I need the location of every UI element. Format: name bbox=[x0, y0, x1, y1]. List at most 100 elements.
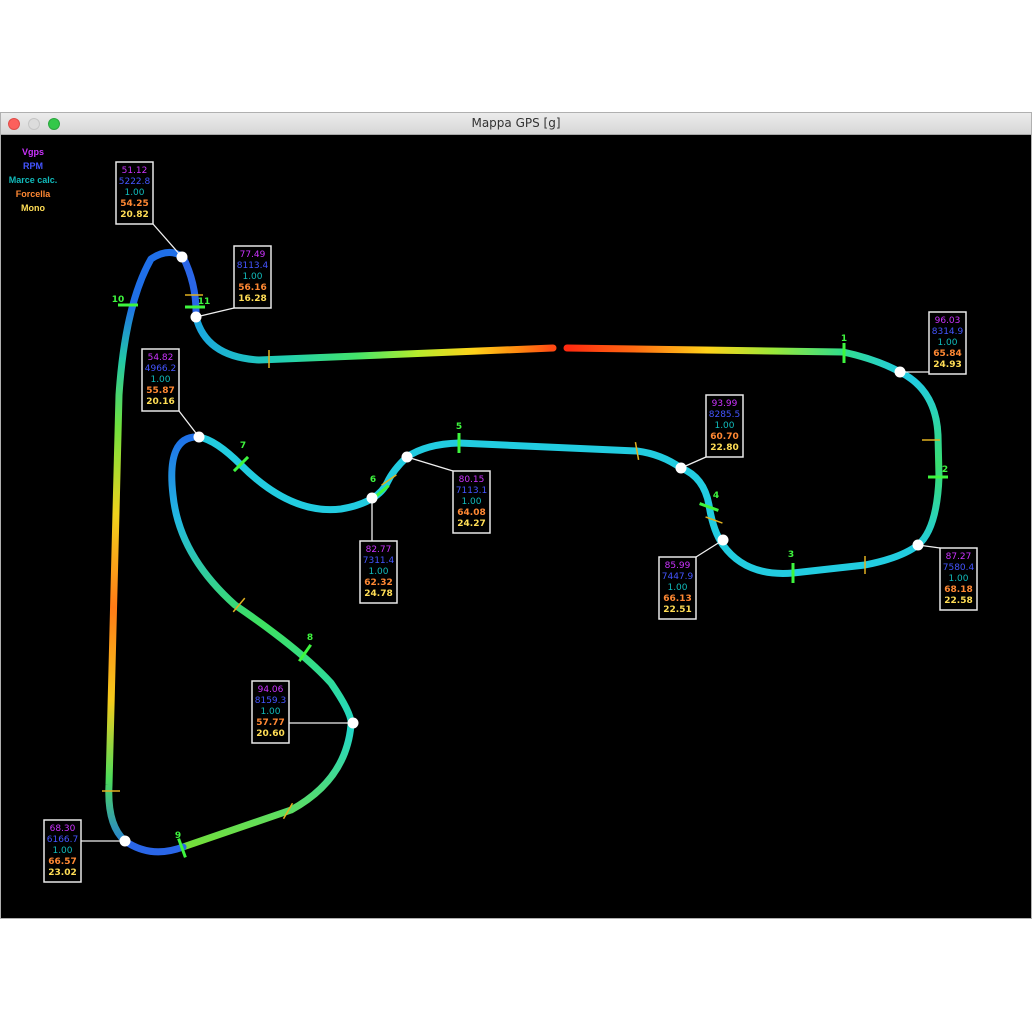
sector-label-11: 11 bbox=[198, 297, 211, 307]
track-left-straight bbox=[105, 249, 187, 845]
readout-vgps-value: 77.49 bbox=[240, 250, 266, 260]
readout-forcella-value: 64.08 bbox=[457, 508, 485, 518]
readout-connector bbox=[406, 456, 454, 472]
readout-mono-value: 24.78 bbox=[364, 589, 392, 599]
readout-rpm-value: 7447.9 bbox=[662, 572, 694, 582]
readout-mono-value: 22.51 bbox=[663, 605, 691, 615]
track-point-marker[interactable] bbox=[347, 717, 359, 729]
readout-forcella-value: 65.84 bbox=[933, 349, 961, 359]
readout-3[interactable]: 96.038314.91.0065.8424.93 bbox=[894, 311, 967, 378]
readout-vgps-value: 94.06 bbox=[258, 685, 284, 695]
readout-10[interactable]: 94.068159.31.0057.7720.60 bbox=[251, 680, 359, 744]
sector-label-7: 7 bbox=[240, 441, 246, 451]
readout-7[interactable]: 82.777311.41.0062.3224.78 bbox=[359, 492, 398, 604]
readout-marce-value: 1.00 bbox=[150, 375, 170, 385]
track-point-marker[interactable] bbox=[675, 462, 687, 474]
sector-label-3: 3 bbox=[788, 550, 794, 560]
readout-mono-value: 16.28 bbox=[238, 294, 266, 304]
readout-marce-value: 1.00 bbox=[124, 188, 144, 198]
readout-mono-value: 24.27 bbox=[457, 519, 485, 529]
readout-9[interactable]: 87.277580.41.0068.1822.58 bbox=[912, 539, 978, 611]
readout-marce-value: 1.00 bbox=[368, 567, 388, 577]
readout-markers: 51.125222.81.0054.2520.8277.498113.41.00… bbox=[43, 161, 978, 883]
readout-rpm-value: 4966.2 bbox=[145, 364, 177, 374]
track-back-straight bbox=[403, 439, 685, 472]
readout-2[interactable]: 77.498113.41.0056.1616.28 bbox=[190, 245, 272, 323]
track-point-marker[interactable] bbox=[193, 431, 205, 443]
title-bar[interactable]: Mappa GPS [g] bbox=[1, 113, 1031, 135]
readout-mono-value: 20.60 bbox=[256, 729, 284, 739]
readout-forcella-value: 66.57 bbox=[48, 857, 76, 867]
readout-5[interactable]: 93.998285.51.0060.7022.80 bbox=[675, 394, 744, 474]
readout-forcella-value: 54.25 bbox=[120, 199, 148, 209]
track-corner-9 bbox=[121, 837, 187, 856]
readout-1[interactable]: 51.125222.81.0054.2520.82 bbox=[115, 161, 188, 263]
readout-rpm-value: 7113.1 bbox=[456, 486, 488, 496]
track-right-side bbox=[896, 368, 943, 549]
track-path bbox=[105, 249, 943, 856]
readout-marce-value: 1.00 bbox=[948, 574, 968, 584]
readout-vgps-value: 82.77 bbox=[366, 545, 392, 555]
readout-marce-value: 1.00 bbox=[714, 421, 734, 431]
track-main-straight-left bbox=[192, 313, 557, 364]
readout-rpm-value: 8314.9 bbox=[932, 327, 964, 337]
readout-6[interactable]: 80.157113.11.0064.0824.27 bbox=[401, 451, 491, 534]
track-point-marker[interactable] bbox=[894, 366, 906, 378]
readout-forcella-value: 55.87 bbox=[146, 386, 174, 396]
readout-mono-value: 24.93 bbox=[933, 360, 961, 370]
track-point-marker[interactable] bbox=[717, 534, 729, 546]
readout-forcella-value: 62.32 bbox=[364, 578, 392, 588]
readout-marce-value: 1.00 bbox=[937, 338, 957, 348]
readout-4[interactable]: 54.824966.21.0055.8720.16 bbox=[141, 348, 205, 443]
track-map-canvas[interactable]: Vgps RPM Marce calc. Forcella Mono 1 2 3… bbox=[1, 135, 1031, 918]
sector-label-2: 2 bbox=[942, 465, 948, 475]
readout-rpm-value: 8159.3 bbox=[255, 696, 287, 706]
track-point-marker[interactable] bbox=[119, 835, 131, 847]
sector-label-4: 4 bbox=[713, 491, 719, 501]
track-main-straight-right bbox=[563, 344, 904, 376]
readout-vgps-value: 96.03 bbox=[935, 316, 961, 326]
readout-rpm-value: 8285.5 bbox=[709, 410, 741, 420]
sector-label-5: 5 bbox=[456, 422, 462, 432]
readout-mono-value: 22.80 bbox=[710, 443, 738, 453]
track-loop bbox=[168, 433, 355, 851]
readout-vgps-value: 68.30 bbox=[50, 824, 76, 834]
readout-vgps-value: 85.99 bbox=[665, 561, 691, 571]
sector-label-6: 6 bbox=[370, 475, 376, 485]
readout-vgps-value: 80.15 bbox=[459, 475, 485, 485]
readout-forcella-value: 57.77 bbox=[256, 718, 284, 728]
track-map-svg: 12345678910 11 51.125222.81.0054.2520.827… bbox=[43, 161, 978, 883]
sector-label-10: 10 bbox=[112, 295, 125, 305]
readout-mono-value: 20.16 bbox=[146, 397, 174, 407]
gps-map-window: Mappa GPS [g] Vgps RPM Marce calc. Force… bbox=[0, 112, 1032, 919]
window-title: Mappa GPS [g] bbox=[471, 116, 561, 130]
readout-rpm-value: 6166.7 bbox=[47, 835, 79, 845]
readout-vgps-value: 93.99 bbox=[712, 399, 738, 409]
track-point-marker[interactable] bbox=[176, 251, 188, 263]
sector-label-9: 9 bbox=[175, 831, 181, 841]
readout-vgps-value: 51.12 bbox=[122, 166, 148, 176]
readout-connector bbox=[195, 307, 235, 318]
readout-marce-value: 1.00 bbox=[242, 272, 262, 282]
readout-forcella-value: 66.13 bbox=[663, 594, 691, 604]
track-point-marker[interactable] bbox=[366, 492, 378, 504]
readout-mono-value: 22.58 bbox=[944, 596, 972, 606]
readout-vgps-value: 54.82 bbox=[148, 353, 174, 363]
readout-marce-value: 1.00 bbox=[461, 497, 481, 507]
track-point-marker[interactable] bbox=[912, 539, 924, 551]
readout-marce-value: 1.00 bbox=[52, 846, 72, 856]
sector-markers: 1 2 3 4 5 6 7 8 9 10 11 bbox=[102, 294, 948, 858]
readout-marce-value: 1.00 bbox=[260, 707, 280, 717]
track-bottom-right bbox=[719, 541, 922, 577]
readout-8[interactable]: 85.997447.91.0066.1322.51 bbox=[658, 534, 729, 620]
sector-label-8: 8 bbox=[307, 633, 313, 643]
readout-rpm-value: 7580.4 bbox=[943, 563, 975, 573]
readout-forcella-value: 68.18 bbox=[944, 585, 972, 595]
track-point-marker[interactable] bbox=[401, 451, 413, 463]
readout-rpm-value: 8113.4 bbox=[237, 261, 269, 271]
readout-rpm-value: 5222.8 bbox=[119, 177, 151, 187]
track-point-marker[interactable] bbox=[190, 311, 202, 323]
readout-forcella-value: 60.70 bbox=[710, 432, 738, 442]
sector-label-1: 1 bbox=[841, 334, 847, 344]
readout-mono-value: 23.02 bbox=[48, 868, 76, 878]
